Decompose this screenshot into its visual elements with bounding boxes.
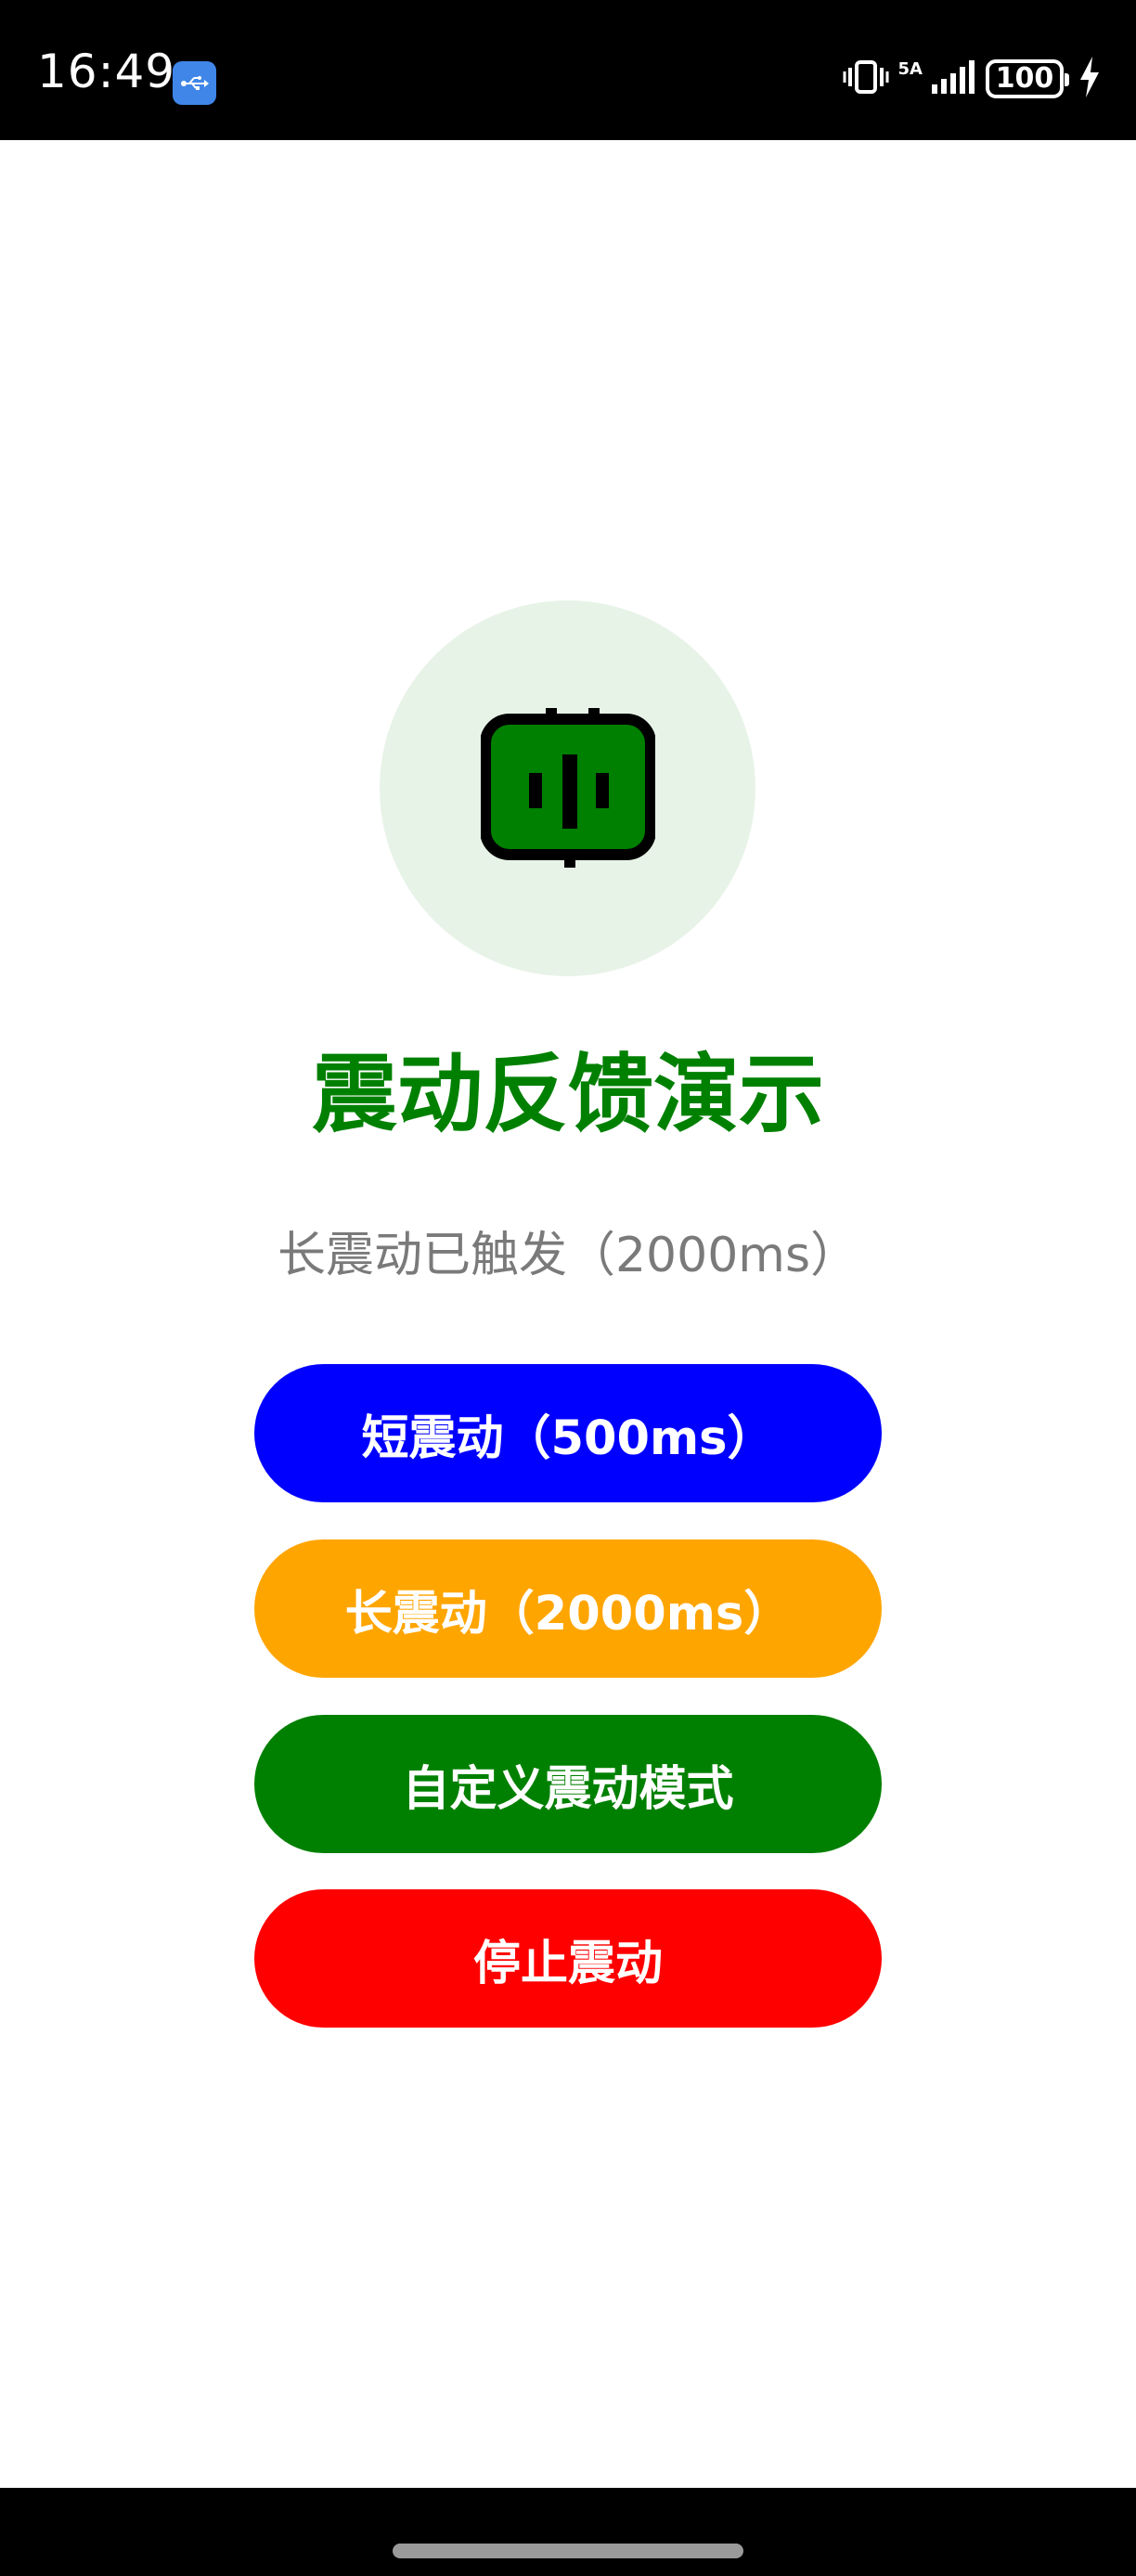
battery-icon: 100	[986, 59, 1069, 98]
network-type-label: 5A	[897, 59, 923, 79]
usb-icon	[173, 61, 216, 105]
navigation-bar	[0, 2488, 1136, 2576]
vibration-icon	[481, 708, 655, 868]
app-screen: 16:49 5A 100 震动反馈演示 长震动已触发（2000ms） 短震动（5…	[0, 0, 1136, 2576]
stop-vibration-button[interactable]: 停止震动	[254, 1889, 882, 2028]
battery-level: 100	[995, 62, 1054, 95]
home-indicator[interactable]	[393, 2544, 743, 2558]
charging-icon	[1078, 57, 1101, 101]
custom-vibration-pattern-button[interactable]: 自定义震动模式	[254, 1715, 882, 1853]
status-icons: 5A 100	[843, 56, 1101, 102]
signal-icon	[932, 58, 976, 99]
long-vibration-button[interactable]: 长震动（2000ms）	[254, 1539, 882, 1678]
vibration-status-text: 长震动已触发（2000ms）	[277, 1228, 859, 1283]
short-vibration-button[interactable]: 短震动（500ms）	[254, 1364, 882, 1502]
status-bar: 16:49 5A 100	[0, 0, 1136, 140]
status-time: 16:49	[37, 45, 176, 98]
page-title: 震动反馈演示	[311, 1045, 824, 1144]
vibrate-mode-icon	[843, 58, 889, 99]
